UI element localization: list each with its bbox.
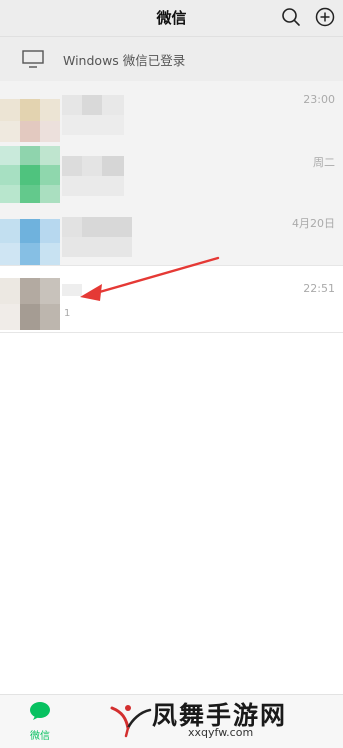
avatar [0, 207, 60, 265]
add-circle-icon[interactable] [314, 6, 336, 28]
annotation-arrow [80, 256, 220, 301]
pc-login-banner[interactable]: Windows 微信已登录 [0, 36, 343, 81]
search-icon[interactable] [280, 6, 302, 28]
top-bar: 微信 [0, 0, 343, 36]
chat-row[interactable]: 周二 [0, 142, 343, 205]
tab-chats[interactable]: 微信 [16, 701, 64, 745]
chat-time: 22:51 [303, 282, 335, 295]
avatar [0, 278, 60, 330]
chat-bubble-icon [30, 702, 50, 720]
tab-chats-label: 微信 [30, 731, 50, 742]
watermark: 凤舞手游网 xxqyfw.com [108, 694, 338, 747]
avatar [0, 146, 60, 204]
pc-login-text: Windows 微信已登录 [63, 53, 186, 68]
avatar [0, 85, 60, 143]
chat-time: 周二 [313, 156, 335, 169]
monitor-icon [22, 50, 44, 68]
chat-time: 4月20日 [292, 217, 335, 230]
chat-time: 23:00 [303, 93, 335, 106]
chat-row[interactable]: 23:00 [0, 81, 343, 144]
watermark-url: xxqyfw.com [188, 726, 254, 739]
phoenix-logo-icon [110, 705, 152, 738]
